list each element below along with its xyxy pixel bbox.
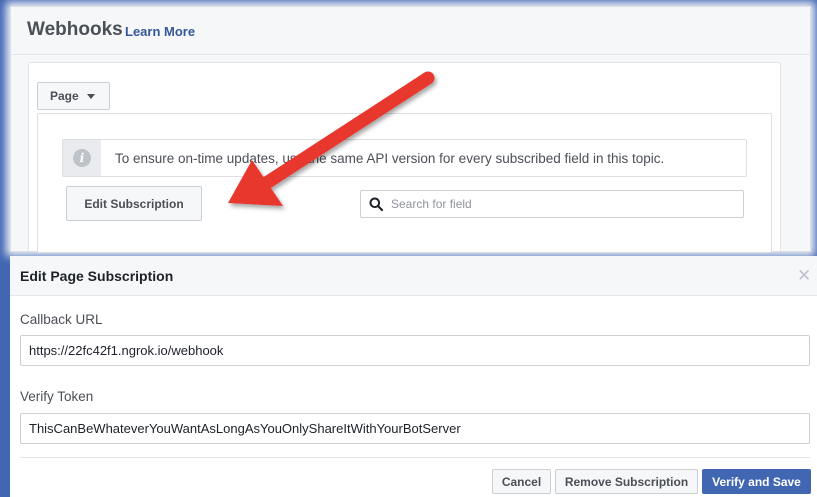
info-notice-text: To ensure on-time updates, use the same … [115, 151, 665, 166]
subscription-section [37, 113, 772, 253]
verify-token-label: Verify Token [20, 389, 94, 404]
search-icon [361, 191, 391, 217]
object-type-selected: Page [50, 89, 79, 103]
info-icon: i [73, 149, 91, 167]
edit-subscription-dialog: Edit Page Subscription ✕ Callback URL Ve… [10, 256, 817, 497]
dialog-footer-divider [20, 457, 810, 458]
verify-and-save-button[interactable]: Verify and Save [702, 469, 811, 494]
remove-subscription-button[interactable]: Remove Subscription [555, 469, 698, 494]
object-type-dropdown[interactable]: Page [37, 82, 110, 110]
info-notice-icon-area: i [63, 140, 101, 176]
field-search-box[interactable] [360, 190, 744, 218]
close-icon[interactable]: ✕ [797, 266, 811, 286]
learn-more-link[interactable]: Learn More [125, 24, 195, 39]
caret-down-icon [86, 94, 95, 99]
cancel-button[interactable]: Cancel [492, 469, 551, 494]
info-notice: i To ensure on-time updates, use the sam… [62, 139, 747, 177]
callback-url-label: Callback URL [20, 312, 103, 327]
webhooks-header: Webhooks Learn More [11, 7, 810, 55]
verify-token-field[interactable] [20, 413, 810, 444]
dialog-title: Edit Page Subscription [20, 268, 174, 284]
callback-url-field[interactable] [20, 335, 810, 366]
page-title: Webhooks [27, 19, 123, 40]
search-input[interactable] [391, 197, 721, 211]
dialog-header: Edit Page Subscription ✕ [10, 256, 817, 296]
edit-subscription-button[interactable]: Edit Subscription [66, 186, 202, 221]
